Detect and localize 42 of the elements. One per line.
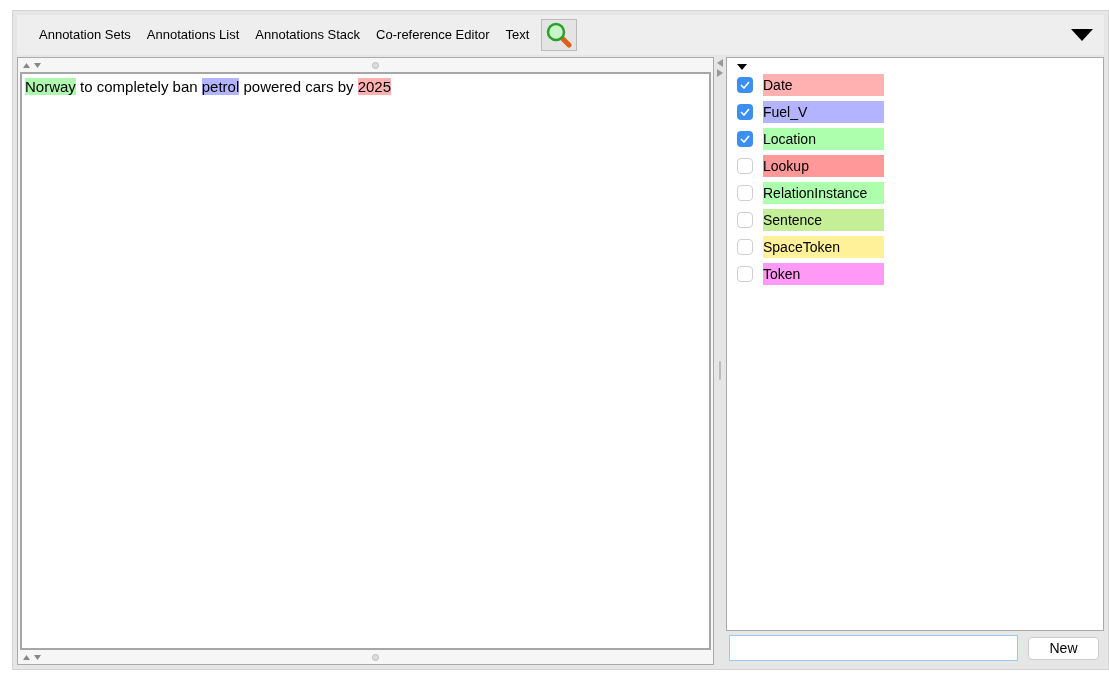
search-icon: [546, 22, 573, 48]
annotation-highlight: 2025: [357, 78, 392, 95]
checkbox[interactable]: [737, 77, 753, 93]
annotation-type-label[interactable]: Lookup: [763, 155, 884, 177]
collapse-icon[interactable]: [737, 64, 747, 70]
scroll-arrows-icon[interactable]: [22, 653, 42, 661]
document-text: to completely ban: [79, 78, 199, 95]
tab[interactable]: Annotations List: [138, 21, 248, 49]
checkmark-icon: [740, 135, 750, 143]
scroll-arrows-icon[interactable]: [22, 61, 42, 69]
checkmark-icon: [740, 81, 750, 89]
tab[interactable]: Annotations Stack: [247, 21, 369, 49]
annotation-highlight: petrol: [201, 78, 240, 95]
checkbox[interactable]: [737, 131, 753, 147]
tab[interactable]: Text: [497, 21, 538, 49]
checkbox[interactable]: [737, 266, 753, 282]
search-button[interactable]: [541, 19, 578, 51]
annotation-highlight: Norway: [25, 78, 76, 95]
annotation-type-label[interactable]: Date: [763, 74, 884, 96]
annotation-type-label[interactable]: Token: [763, 263, 884, 285]
annotation-type-label[interactable]: Location: [763, 128, 884, 150]
checkmark-icon: [740, 108, 750, 116]
tab[interactable]: Annotation Sets: [31, 21, 139, 49]
checkbox[interactable]: [737, 212, 753, 228]
split-handle[interactable]: [372, 61, 379, 69]
collapse-left-icon[interactable]: [717, 59, 723, 67]
menu-dropdown-icon[interactable]: [1070, 28, 1094, 42]
annotation-type-label[interactable]: RelationInstance: [763, 182, 884, 204]
expand-right-icon[interactable]: [717, 69, 723, 77]
new-button[interactable]: New: [1028, 636, 1099, 660]
split-handle[interactable]: [372, 653, 379, 661]
checkbox[interactable]: [737, 185, 753, 201]
checkbox[interactable]: [737, 104, 753, 120]
annotation-type-label[interactable]: Sentence: [763, 209, 884, 231]
split-handle[interactable]: [719, 361, 721, 380]
annotation-type-label[interactable]: SpaceToken: [763, 236, 884, 258]
tab[interactable]: Co-reference Editor: [368, 21, 498, 49]
checkbox[interactable]: [737, 158, 753, 174]
checkbox[interactable]: [737, 239, 753, 255]
document-text: powered cars by: [242, 78, 355, 95]
new-type-input[interactable]: [729, 635, 1018, 661]
annotation-type-label[interactable]: Fuel_V: [763, 101, 884, 123]
